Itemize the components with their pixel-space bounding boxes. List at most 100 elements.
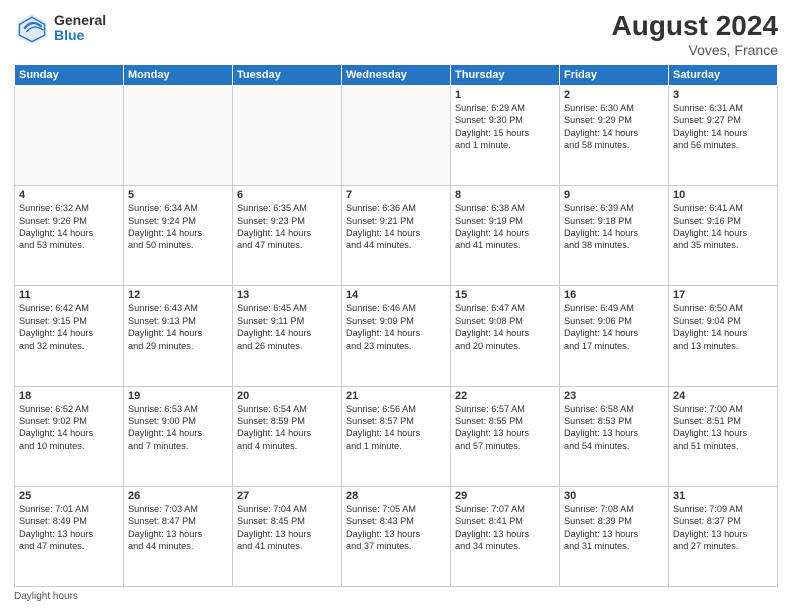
day-info: Sunrise: 6:31 AM Sunset: 9:27 PM Dayligh… — [673, 102, 773, 152]
calendar-cell: 18Sunrise: 6:52 AM Sunset: 9:02 PM Dayli… — [15, 386, 124, 486]
calendar-cell: 11Sunrise: 6:42 AM Sunset: 9:15 PM Dayli… — [15, 286, 124, 386]
day-number: 22 — [455, 390, 555, 402]
day-info: Sunrise: 6:50 AM Sunset: 9:04 PM Dayligh… — [673, 302, 773, 352]
logo-icon — [14, 10, 50, 46]
calendar-week-row: 4Sunrise: 6:32 AM Sunset: 9:26 PM Daylig… — [15, 186, 778, 286]
calendar-cell — [233, 86, 342, 186]
calendar-cell: 10Sunrise: 6:41 AM Sunset: 9:16 PM Dayli… — [669, 186, 778, 286]
calendar-cell: 26Sunrise: 7:03 AM Sunset: 8:47 PM Dayli… — [124, 486, 233, 586]
day-info: Sunrise: 6:43 AM Sunset: 9:13 PM Dayligh… — [128, 302, 228, 352]
calendar-cell: 2Sunrise: 6:30 AM Sunset: 9:29 PM Daylig… — [560, 86, 669, 186]
day-number: 10 — [673, 189, 773, 201]
day-number: 17 — [673, 289, 773, 301]
day-number: 8 — [455, 189, 555, 201]
day-number: 6 — [237, 189, 337, 201]
day-info: Sunrise: 7:00 AM Sunset: 8:51 PM Dayligh… — [673, 403, 773, 453]
day-info: Sunrise: 6:54 AM Sunset: 8:59 PM Dayligh… — [237, 403, 337, 453]
day-info: Sunrise: 7:09 AM Sunset: 8:37 PM Dayligh… — [673, 503, 773, 553]
calendar-cell: 29Sunrise: 7:07 AM Sunset: 8:41 PM Dayli… — [451, 486, 560, 586]
day-info: Sunrise: 6:35 AM Sunset: 9:23 PM Dayligh… — [237, 202, 337, 252]
day-info: Sunrise: 7:08 AM Sunset: 8:39 PM Dayligh… — [564, 503, 664, 553]
calendar-day-header: Wednesday — [342, 65, 451, 86]
calendar-cell: 13Sunrise: 6:45 AM Sunset: 9:11 PM Dayli… — [233, 286, 342, 386]
day-info: Sunrise: 6:46 AM Sunset: 9:09 PM Dayligh… — [346, 302, 446, 352]
day-number: 21 — [346, 390, 446, 402]
day-number: 7 — [346, 189, 446, 201]
day-number: 15 — [455, 289, 555, 301]
calendar-cell: 24Sunrise: 7:00 AM Sunset: 8:51 PM Dayli… — [669, 386, 778, 486]
day-info: Sunrise: 6:57 AM Sunset: 8:55 PM Dayligh… — [455, 403, 555, 453]
day-number: 23 — [564, 390, 664, 402]
day-number: 31 — [673, 490, 773, 502]
day-info: Sunrise: 7:03 AM Sunset: 8:47 PM Dayligh… — [128, 503, 228, 553]
calendar-cell: 21Sunrise: 6:56 AM Sunset: 8:57 PM Dayli… — [342, 386, 451, 486]
calendar-cell: 1Sunrise: 6:29 AM Sunset: 9:30 PM Daylig… — [451, 86, 560, 186]
calendar-cell: 8Sunrise: 6:38 AM Sunset: 9:19 PM Daylig… — [451, 186, 560, 286]
month-year: August 2024 — [612, 10, 779, 42]
day-info: Sunrise: 6:34 AM Sunset: 9:24 PM Dayligh… — [128, 202, 228, 252]
day-number: 16 — [564, 289, 664, 301]
calendar-cell: 16Sunrise: 6:49 AM Sunset: 9:06 PM Dayli… — [560, 286, 669, 386]
calendar-cell: 22Sunrise: 6:57 AM Sunset: 8:55 PM Dayli… — [451, 386, 560, 486]
day-info: Sunrise: 6:53 AM Sunset: 9:00 PM Dayligh… — [128, 403, 228, 453]
day-info: Sunrise: 6:49 AM Sunset: 9:06 PM Dayligh… — [564, 302, 664, 352]
calendar-week-row: 11Sunrise: 6:42 AM Sunset: 9:15 PM Dayli… — [15, 286, 778, 386]
day-info: Sunrise: 6:52 AM Sunset: 9:02 PM Dayligh… — [19, 403, 119, 453]
day-info: Sunrise: 6:29 AM Sunset: 9:30 PM Dayligh… — [455, 102, 555, 152]
day-info: Sunrise: 6:58 AM Sunset: 8:53 PM Dayligh… — [564, 403, 664, 453]
day-number: 27 — [237, 490, 337, 502]
calendar-cell: 23Sunrise: 6:58 AM Sunset: 8:53 PM Dayli… — [560, 386, 669, 486]
calendar-day-header: Friday — [560, 65, 669, 86]
day-info: Sunrise: 6:32 AM Sunset: 9:26 PM Dayligh… — [19, 202, 119, 252]
calendar-cell: 6Sunrise: 6:35 AM Sunset: 9:23 PM Daylig… — [233, 186, 342, 286]
day-info: Sunrise: 6:42 AM Sunset: 9:15 PM Dayligh… — [19, 302, 119, 352]
calendar-cell: 17Sunrise: 6:50 AM Sunset: 9:04 PM Dayli… — [669, 286, 778, 386]
day-info: Sunrise: 6:45 AM Sunset: 9:11 PM Dayligh… — [237, 302, 337, 352]
calendar-week-row: 18Sunrise: 6:52 AM Sunset: 9:02 PM Dayli… — [15, 386, 778, 486]
day-number: 20 — [237, 390, 337, 402]
calendar-week-row: 25Sunrise: 7:01 AM Sunset: 8:49 PM Dayli… — [15, 486, 778, 586]
calendar-cell: 12Sunrise: 6:43 AM Sunset: 9:13 PM Dayli… — [124, 286, 233, 386]
day-info: Sunrise: 6:39 AM Sunset: 9:18 PM Dayligh… — [564, 202, 664, 252]
day-info: Sunrise: 6:56 AM Sunset: 8:57 PM Dayligh… — [346, 403, 446, 453]
day-number: 24 — [673, 390, 773, 402]
calendar-cell: 7Sunrise: 6:36 AM Sunset: 9:21 PM Daylig… — [342, 186, 451, 286]
day-number: 13 — [237, 289, 337, 301]
calendar-week-row: 1Sunrise: 6:29 AM Sunset: 9:30 PM Daylig… — [15, 86, 778, 186]
location: Voves, France — [612, 42, 779, 58]
calendar-day-header: Monday — [124, 65, 233, 86]
day-number: 3 — [673, 89, 773, 101]
calendar: SundayMondayTuesdayWednesdayThursdayFrid… — [14, 64, 778, 587]
day-number: 12 — [128, 289, 228, 301]
day-number: 1 — [455, 89, 555, 101]
day-number: 19 — [128, 390, 228, 402]
calendar-day-header: Saturday — [669, 65, 778, 86]
logo-blue-text: Blue — [54, 28, 106, 43]
day-info: Sunrise: 6:41 AM Sunset: 9:16 PM Dayligh… — [673, 202, 773, 252]
day-number: 26 — [128, 490, 228, 502]
calendar-cell: 5Sunrise: 6:34 AM Sunset: 9:24 PM Daylig… — [124, 186, 233, 286]
logo-general-text: General — [54, 13, 106, 28]
calendar-cell — [342, 86, 451, 186]
day-number: 28 — [346, 490, 446, 502]
day-info: Sunrise: 7:01 AM Sunset: 8:49 PM Dayligh… — [19, 503, 119, 553]
day-number: 30 — [564, 490, 664, 502]
calendar-cell: 19Sunrise: 6:53 AM Sunset: 9:00 PM Dayli… — [124, 386, 233, 486]
calendar-cell: 4Sunrise: 6:32 AM Sunset: 9:26 PM Daylig… — [15, 186, 124, 286]
calendar-day-header: Sunday — [15, 65, 124, 86]
day-info: Sunrise: 6:36 AM Sunset: 9:21 PM Dayligh… — [346, 202, 446, 252]
calendar-cell — [124, 86, 233, 186]
calendar-cell: 31Sunrise: 7:09 AM Sunset: 8:37 PM Dayli… — [669, 486, 778, 586]
calendar-cell: 30Sunrise: 7:08 AM Sunset: 8:39 PM Dayli… — [560, 486, 669, 586]
day-number: 4 — [19, 189, 119, 201]
calendar-header-row: SundayMondayTuesdayWednesdayThursdayFrid… — [15, 65, 778, 86]
calendar-cell: 27Sunrise: 7:04 AM Sunset: 8:45 PM Dayli… — [233, 486, 342, 586]
day-info: Sunrise: 7:07 AM Sunset: 8:41 PM Dayligh… — [455, 503, 555, 553]
calendar-day-header: Thursday — [451, 65, 560, 86]
calendar-cell: 25Sunrise: 7:01 AM Sunset: 8:49 PM Dayli… — [15, 486, 124, 586]
header: General Blue August 2024 Voves, France — [14, 10, 778, 58]
calendar-cell: 9Sunrise: 6:39 AM Sunset: 9:18 PM Daylig… — [560, 186, 669, 286]
logo: General Blue — [14, 10, 106, 46]
calendar-cell: 15Sunrise: 6:47 AM Sunset: 9:08 PM Dayli… — [451, 286, 560, 386]
footer-note: Daylight hours — [14, 591, 778, 602]
